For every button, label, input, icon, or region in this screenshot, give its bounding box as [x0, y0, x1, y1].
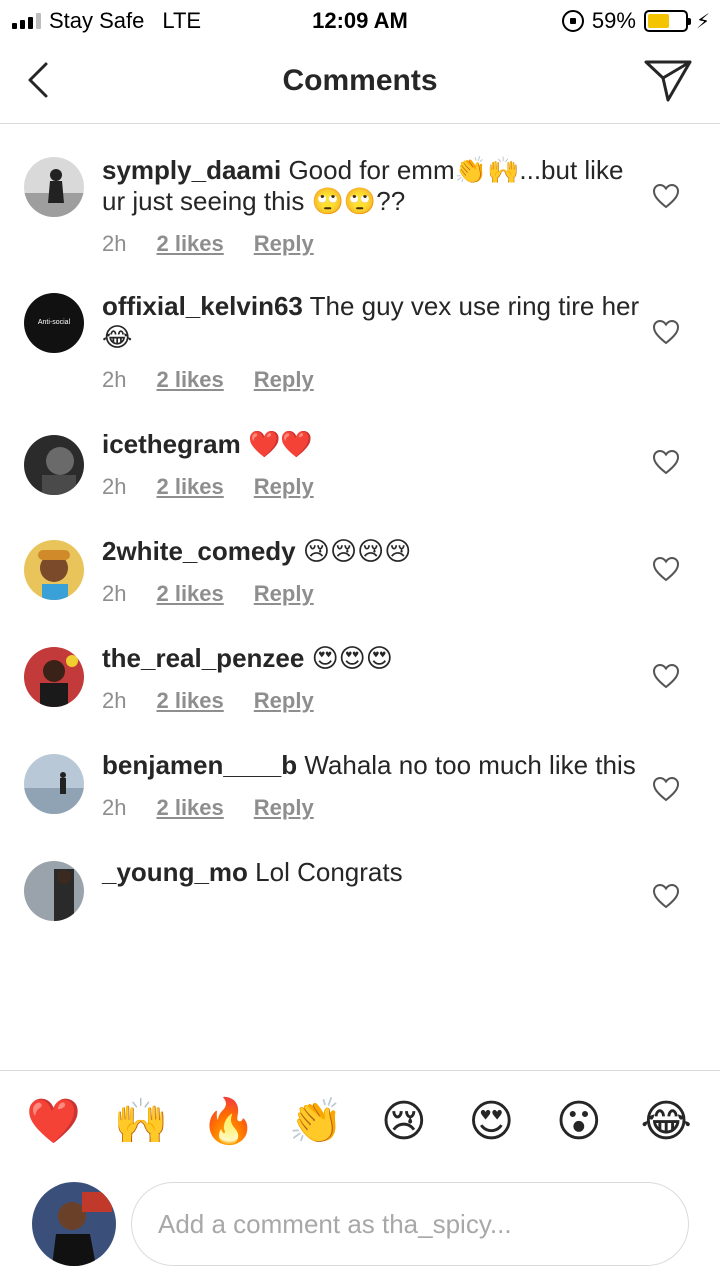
comment-body: 😍😍😍	[311, 643, 393, 673]
emoji-laughing-button[interactable]: 😂	[636, 1092, 696, 1152]
heart-icon[interactable]	[652, 449, 680, 475]
likes-link[interactable]: 2 likes	[156, 474, 223, 500]
avatar[interactable]	[24, 647, 84, 707]
comment-username[interactable]: icethegram	[102, 429, 241, 459]
rotation-lock-icon	[561, 10, 584, 32]
heart-icon[interactable]	[652, 319, 680, 345]
comment-item: symply_daami Good for emm👏🙌...but like u…	[0, 125, 720, 257]
comment-username[interactable]: _young_mo	[102, 857, 248, 887]
emoji-fire-button[interactable]: 🔥	[199, 1092, 259, 1152]
back-button[interactable]	[16, 56, 64, 104]
reply-link[interactable]: Reply	[254, 581, 314, 607]
heart-icon[interactable]	[652, 663, 680, 689]
emoji-clap-button[interactable]: 👏	[286, 1092, 346, 1152]
reply-link[interactable]: Reply	[254, 474, 314, 500]
divider	[0, 1070, 720, 1071]
charging-icon: ⚡	[695, 10, 710, 33]
likes-link[interactable]: 2 likes	[156, 231, 223, 257]
comment-item: Anti-social offixial_kelvin63 The guy ve…	[0, 257, 720, 393]
network-label: LTE	[162, 8, 202, 33]
emoji-heart-button[interactable]: ❤️	[24, 1092, 84, 1152]
battery-percent: 59%	[591, 8, 636, 33]
comment-item: 2white_comedy 😢😢😢😢 2h 2 likes Reply	[0, 500, 720, 607]
avatar-label: Anti-social	[37, 319, 71, 326]
emoji-surprised-button[interactable]: 😮	[549, 1092, 609, 1152]
chevron-left-icon	[28, 62, 48, 98]
avatar[interactable]	[24, 540, 84, 600]
comment-username[interactable]: symply_daami	[102, 155, 281, 185]
comment-body: ❤️❤️	[247, 429, 313, 459]
avatar[interactable]	[24, 861, 84, 921]
reply-link[interactable]: Reply	[254, 688, 314, 714]
heart-icon[interactable]	[652, 183, 680, 209]
comment-meta: 2h 2 likes Reply	[102, 688, 640, 714]
comment-username[interactable]: offixial_kelvin63	[102, 291, 303, 321]
avatar[interactable]	[24, 157, 84, 217]
comment-time: 2h	[102, 367, 127, 392]
comment-time: 2h	[102, 231, 127, 256]
battery-icon	[643, 10, 691, 32]
status-bar: Stay Safe LTE 12:09 AM 59% ⚡	[0, 0, 720, 40]
comment-item: benjamen____b Wahala no too much like th…	[0, 714, 720, 821]
page-title: Comments	[282, 64, 438, 97]
avatar[interactable]	[24, 435, 84, 495]
comment-time: 2h	[102, 795, 127, 820]
comment-body: Lol Congrats	[255, 857, 403, 887]
composer-avatar	[32, 1182, 116, 1266]
carrier-label: Stay Safe	[49, 8, 145, 33]
comment-username[interactable]: 2white_comedy	[102, 536, 296, 566]
heart-icon[interactable]	[652, 556, 680, 582]
likes-link[interactable]: 2 likes	[156, 367, 223, 393]
emoji-crying-button[interactable]: 😢	[374, 1092, 434, 1152]
comment-body: Wahala no too much like this	[304, 750, 636, 780]
heart-icon[interactable]	[652, 776, 680, 802]
status-right: 59% ⚡	[561, 8, 710, 34]
comment-meta: 2h 2 likes Reply	[102, 367, 640, 393]
comment-meta: 2h 2 likes Reply	[102, 474, 640, 500]
likes-link[interactable]: 2 likes	[156, 688, 223, 714]
likes-link[interactable]: 2 likes	[156, 795, 223, 821]
comment-item: the_real_penzee 😍😍😍 2h 2 likes Reply	[0, 607, 720, 714]
share-button[interactable]	[642, 54, 694, 106]
avatar[interactable]	[24, 754, 84, 814]
comment-time: 2h	[102, 474, 127, 499]
reply-link[interactable]: Reply	[254, 231, 314, 257]
comment-input[interactable]	[131, 1182, 689, 1266]
reply-link[interactable]: Reply	[254, 367, 314, 393]
likes-link[interactable]: 2 likes	[156, 581, 223, 607]
comments-list: symply_daami Good for emm👏🙌...but like u…	[0, 125, 720, 1070]
comment-username[interactable]: benjamen____b	[102, 750, 297, 780]
reply-link[interactable]: Reply	[254, 795, 314, 821]
comment-body: 😢😢😢😢	[302, 536, 412, 566]
comment-meta: 2h 2 likes Reply	[102, 231, 640, 257]
comment-item: icethegram ❤️❤️ 2h 2 likes Reply	[0, 393, 720, 500]
comment-item: _young_mo Lol Congrats	[0, 821, 720, 921]
comment-meta: 2h 2 likes Reply	[102, 795, 640, 821]
emoji-raised-hands-button[interactable]: 🙌	[111, 1092, 171, 1152]
status-left: Stay Safe LTE	[12, 8, 201, 34]
avatar[interactable]: Anti-social	[24, 293, 84, 353]
heart-icon[interactable]	[652, 883, 680, 909]
comment-meta: 2h 2 likes Reply	[102, 581, 640, 607]
header: Comments	[0, 40, 720, 124]
comment-time: 2h	[102, 581, 127, 606]
comment-time: 2h	[102, 688, 127, 713]
signal-icon	[12, 13, 41, 29]
paper-plane-icon	[644, 60, 692, 102]
emoji-bar: ❤️ 🙌 🔥 👏 😢 😍 😮 😂	[0, 1092, 720, 1152]
emoji-heart-eyes-button[interactable]: 😍	[461, 1092, 521, 1152]
comment-username[interactable]: the_real_penzee	[102, 643, 304, 673]
